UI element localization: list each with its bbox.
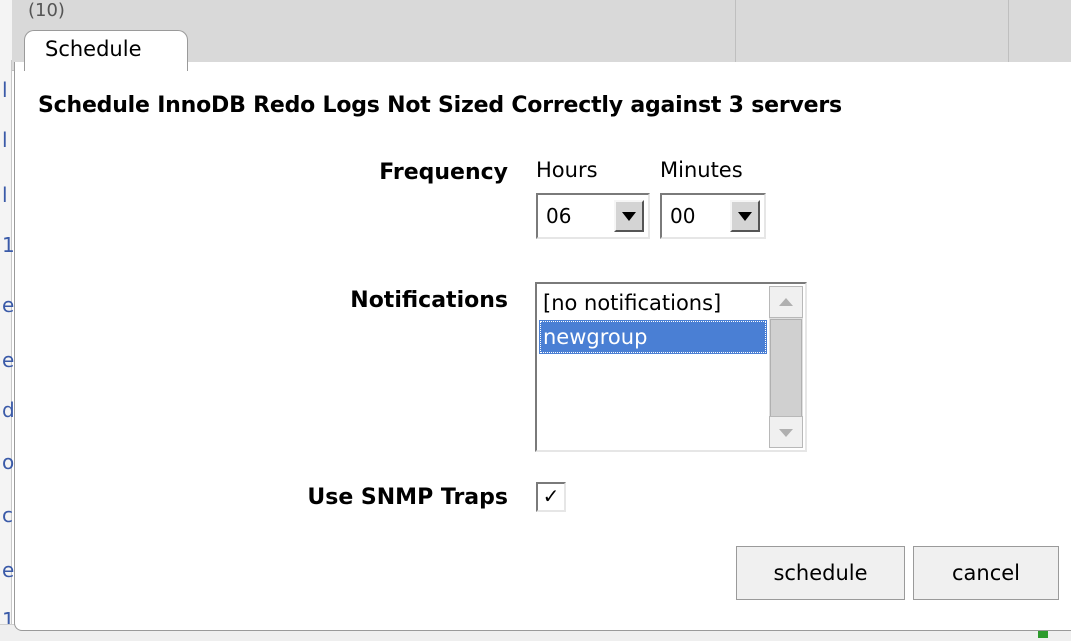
dialog-title: Schedule InnoDB Redo Logs Not Sized Corr… (38, 93, 842, 118)
notifications-listbox[interactable]: [no notifications] newgroup (535, 282, 807, 452)
background-fragment: e (2, 558, 15, 582)
cancel-button[interactable]: cancel (913, 546, 1059, 600)
background-fragment: l (2, 128, 8, 152)
background-fragment: 1 (2, 233, 15, 257)
scroll-up-arrow-icon[interactable] (769, 286, 803, 318)
hours-value: 06 (546, 204, 572, 228)
scrollbar[interactable] (769, 286, 803, 448)
scrollbar-thumb[interactable] (770, 319, 802, 417)
background-fragment: e (2, 293, 15, 317)
tab-schedule[interactable]: Schedule (24, 30, 188, 71)
hours-select[interactable]: 06 (536, 193, 650, 239)
chevron-down-icon[interactable] (614, 200, 644, 232)
background-left-column: l l l 1 e e d o c e 1 (0, 0, 15, 640)
scroll-down-arrow-icon[interactable] (769, 416, 803, 448)
list-item-selected[interactable]: newgroup (539, 320, 767, 354)
tab-schedule-label: Schedule (45, 37, 142, 61)
background-fragment: l (2, 78, 8, 102)
checkmark-icon: ✓ (542, 484, 560, 508)
background-fragment: o (2, 450, 15, 474)
list-item[interactable]: [no notifications] (539, 286, 767, 320)
hours-label: Hours (536, 158, 598, 182)
background-header-text: (10) (28, 0, 65, 21)
minutes-select[interactable]: 00 (660, 193, 766, 239)
frequency-label: Frequency (379, 160, 508, 185)
background-fragment: c (2, 503, 13, 527)
minutes-label: Minutes (660, 158, 743, 182)
snmp-checkbox[interactable]: ✓ (536, 482, 566, 512)
background-column-divider (1008, 0, 1009, 70)
background-column-divider (735, 0, 736, 70)
background-fragment: d (2, 398, 15, 422)
chevron-down-icon[interactable] (730, 200, 760, 232)
schedule-button[interactable]: schedule (736, 546, 905, 600)
background-fragment: e (2, 348, 15, 372)
background-fragment: l (2, 183, 8, 207)
minutes-value: 00 (670, 204, 696, 228)
notifications-label: Notifications (350, 288, 508, 313)
snmp-label: Use SNMP Traps (307, 485, 508, 510)
